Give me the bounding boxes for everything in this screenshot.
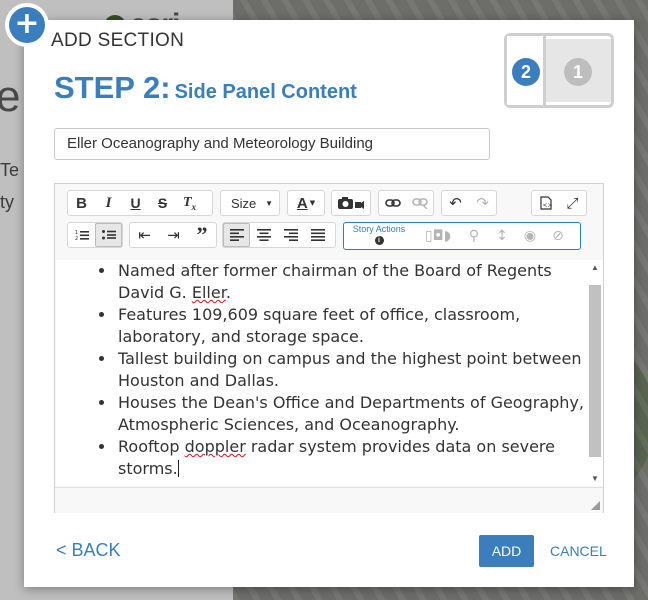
list-item: Houses the Dean's Office and Departments… [116, 392, 588, 436]
add-button[interactable]: ADD [479, 535, 534, 567]
dialog-title: ADD SECTION [51, 30, 185, 51]
step-subtitle: Side Panel Content [174, 81, 357, 103]
list-group: 12 [67, 222, 123, 248]
story-actions-group: Story Actions i ▯◘◗ ⚲ ↕ ◉ ⊘ [343, 222, 581, 250]
size-label: Size [231, 195, 257, 211]
redo-icon[interactable]: ↷ [469, 191, 496, 215]
editor-statusbar [55, 487, 603, 513]
locate-action-icon[interactable]: ⚲ [460, 226, 488, 246]
list-item: Named after former chairman of the Board… [116, 260, 588, 304]
cancel-button[interactable]: CANCEL [550, 543, 607, 559]
justify-icon[interactable] [304, 223, 331, 247]
toolbar-row-2: 12 ⇤ ⇥ ” Story Actions i ▯◘◗ ⚲ ↕ ◉ ⊘ [67, 222, 597, 250]
source-code-icon[interactable]: <> [532, 191, 559, 215]
text-cursor [177, 460, 179, 477]
maximize-icon[interactable]: ⤢ [559, 191, 586, 215]
list-item-text: Rooftop [118, 437, 185, 456]
numbered-list-icon[interactable]: 12 [68, 223, 95, 247]
eye-action-icon[interactable]: ◉ [516, 226, 544, 246]
list-item-text: . [225, 283, 231, 302]
indent-group: ⇤ ⇥ ” [129, 222, 217, 248]
map-media-action-icon[interactable]: ▯◘◗ [416, 226, 460, 246]
scroll-down-icon[interactable]: ▼ [591, 474, 599, 483]
rich-text-editor: B I U S Tx Size ▼ A ▼ ↶ ↷ <> ⤢ 1 2 ⇤ ⇥ ”… [54, 183, 604, 513]
camera-video-icon [332, 191, 370, 215]
layout-preview: 2 1 [504, 33, 614, 108]
view-group: <> ⤢ [531, 190, 587, 216]
history-group: ↶ ↷ [441, 190, 497, 216]
list-item: Tallest building on campus and the highe… [116, 348, 588, 392]
chevron-down-icon: ▼ [309, 199, 316, 207]
editor-scrollbar[interactable]: ▲ ▼ [588, 260, 603, 486]
step-label: STEP 2: [54, 70, 171, 105]
undo-icon[interactable]: ↶ [442, 191, 469, 215]
step-title: STEP 2: Side Panel Content [54, 70, 357, 106]
size-dropdown[interactable]: Size ▼ [220, 190, 280, 216]
scroll-up-icon[interactable]: ▲ [591, 263, 599, 272]
list-item-text: Tallest building on campus and the highe… [118, 349, 582, 390]
unlink-icon[interactable] [406, 191, 433, 215]
align-center-icon[interactable] [250, 223, 277, 247]
align-left-icon[interactable] [223, 223, 250, 247]
italic-button[interactable]: I [95, 191, 122, 215]
bulleted-list-icon[interactable] [95, 223, 122, 247]
misspelled-word: Eller [191, 283, 226, 302]
link-icon[interactable] [379, 191, 406, 215]
section-title-input[interactable]: Eller Oceanography and Meteorology Build… [54, 128, 490, 160]
svg-text:<>: <> [542, 202, 552, 209]
back-button[interactable]: < BACK [56, 540, 121, 561]
bold-button[interactable]: B [68, 191, 95, 215]
media-button[interactable] [331, 190, 371, 216]
list-item: Rooftop doppler radar system provides da… [116, 436, 588, 480]
font-color-button[interactable]: A ▼ [287, 190, 325, 216]
indent-icon[interactable]: ⇥ [159, 223, 188, 247]
chevron-down-icon: ▼ [265, 198, 273, 208]
link-group [378, 190, 434, 216]
list-item: Features 109,609 square feet of office, … [116, 304, 588, 348]
list-item-text: Houses the Dean's Office and Departments… [118, 393, 584, 434]
main-stage-number: 1 [564, 58, 592, 86]
svg-text:2: 2 [75, 236, 78, 241]
outdent-icon[interactable]: ⇤ [130, 223, 159, 247]
add-section-dialog: ADD SECTION STEP 2: Side Panel Content 2 … [24, 20, 634, 587]
bullet-list: Named after former chairman of the Board… [56, 260, 588, 480]
underline-button[interactable]: U [122, 191, 149, 215]
list-item-text: Features 109,609 square feet of office, … [118, 305, 521, 346]
blockquote-icon[interactable]: ” [188, 223, 216, 247]
info-icon: i [374, 236, 384, 245]
strikethrough-button[interactable]: S [149, 191, 176, 215]
add-section-badge: + [5, 3, 49, 47]
misspelled-word: doppler [184, 437, 246, 456]
editor-content-area[interactable]: Named after former chairman of the Board… [56, 260, 588, 486]
scrollbar-thumb[interactable] [589, 285, 601, 457]
pan-action-icon[interactable]: ↕ [488, 226, 516, 246]
resize-grip-icon[interactable] [591, 501, 600, 510]
side-panel-number: 2 [512, 58, 540, 86]
story-actions-label: Story Actions i [352, 224, 406, 245]
toolbar-row-1: B I U S Tx Size ▼ A ▼ ↶ ↷ <> ⤢ [67, 190, 597, 218]
alignment-group [222, 222, 336, 248]
font-color-icon: A [296, 194, 308, 212]
list-item-text: Named after former chairman of the Board… [118, 261, 552, 302]
remove-action-icon[interactable]: ⊘ [544, 226, 572, 246]
align-right-icon[interactable] [277, 223, 304, 247]
text-style-group: B I U S Tx [67, 190, 213, 216]
clear-format-button[interactable]: Tx [176, 191, 203, 215]
plus-icon: + [9, 7, 45, 43]
